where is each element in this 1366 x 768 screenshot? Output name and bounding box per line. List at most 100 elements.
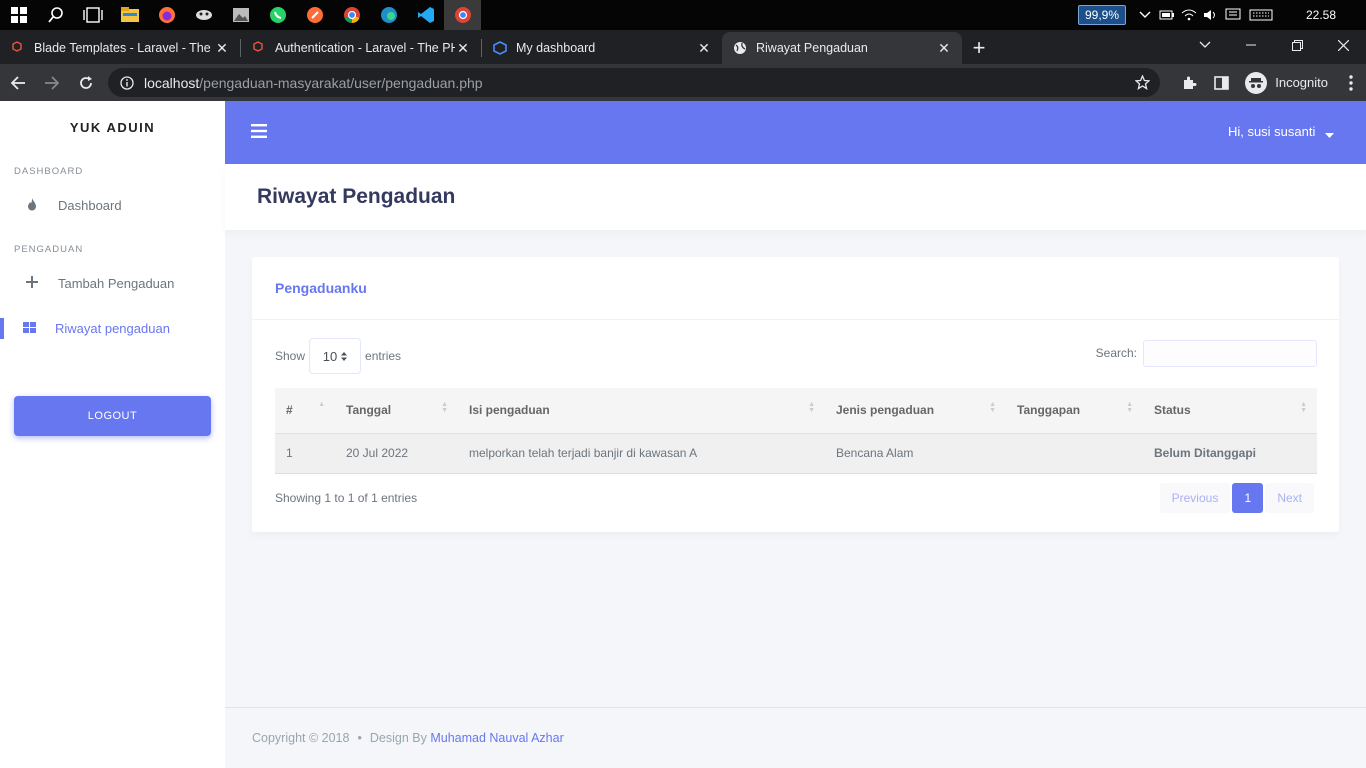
user-dropdown[interactable]: Hi, susi susanti [1228, 124, 1334, 140]
whatsapp-icon[interactable] [259, 0, 296, 30]
column-header-jenis[interactable]: Jenis pengaduan ▲ ▼ [825, 388, 1006, 434]
brand-logo-text[interactable]: YUK ADUIN [0, 101, 225, 154]
chevron-up-icon[interactable] [1134, 0, 1156, 30]
windows-start-icon[interactable] [0, 0, 37, 30]
firefox-icon[interactable] [148, 0, 185, 30]
clock[interactable]: 22.58 [1286, 8, 1356, 22]
reload-icon[interactable] [70, 67, 102, 99]
table-header-row: # ▲ Tanggal ▲ ▼ Isi pengaduan ▲ ▼ Jenis penga… [275, 388, 1317, 434]
design-by-text: Design By [369, 731, 427, 745]
wifi-icon[interactable] [1178, 0, 1200, 30]
new-tab-icon[interactable]: + [962, 32, 996, 64]
cell-tanggal: 20 Jul 2022 [335, 433, 458, 474]
entries-value: 10 [322, 348, 338, 364]
sidebar-item-tambah-pengaduan[interactable]: Tambah Pengaduan [0, 261, 225, 306]
close-icon[interactable]: ✕ [455, 40, 471, 56]
close-window-icon[interactable] [1320, 30, 1366, 60]
incognito-icon [1245, 71, 1268, 94]
column-label: Status [1154, 403, 1191, 418]
browser-tab[interactable]: Blade Templates - Laravel - The P ✕ [0, 32, 240, 64]
sidebar-section-header: PENGADUAN [14, 244, 84, 255]
card-title: Pengaduanku [252, 257, 1339, 320]
restore-icon[interactable] [1274, 30, 1320, 60]
notification-icon[interactable] [1222, 0, 1244, 30]
vscode-icon[interactable] [407, 0, 444, 30]
copyright-text: Copyright © 2018 [252, 731, 350, 745]
edge-icon[interactable] [370, 0, 407, 30]
hamburger-menu-icon[interactable] [251, 121, 267, 144]
user-greeting: Hi, susi susanti [1227, 124, 1316, 140]
page-1-button[interactable]: 1 [1232, 483, 1264, 513]
back-icon[interactable] [2, 67, 34, 99]
entries-select[interactable]: 10 [309, 338, 362, 374]
sidebar-item-riwayat-pengaduan[interactable]: Riwayat pengaduan [0, 306, 225, 351]
cell-isi: melporkan telah terjadi banjir di kawasa… [458, 433, 825, 474]
next-button[interactable]: Next [1265, 483, 1314, 513]
info-icon[interactable] [120, 75, 134, 90]
battery-badge[interactable]: 99,9% [1077, 5, 1126, 25]
address-bar[interactable]: localhost/pengaduan-masyarakat/user/peng… [108, 68, 1160, 97]
volume-icon[interactable] [1200, 0, 1222, 30]
photos-icon[interactable] [222, 0, 259, 30]
datatable-footer: Showing 1 to 1 of 1 entries Previous 1 N… [275, 483, 1317, 513]
column-header-no[interactable]: # ▲ [275, 388, 335, 434]
close-icon[interactable]: ✕ [696, 40, 712, 56]
close-icon[interactable]: ✕ [214, 40, 230, 56]
sort-icon: ▲ ▼ [1126, 401, 1133, 414]
laravel-icon [251, 40, 267, 56]
page-title: Riwayat Pengaduan [257, 185, 456, 208]
url-path: /pengaduan-masyarakat/user/pengaduan.php [199, 74, 483, 91]
incognito-indicator[interactable]: Incognito [1245, 71, 1328, 94]
cell-no: 1 [275, 433, 335, 474]
sort-icon: ▲ ▼ [441, 401, 448, 414]
browser-tab[interactable]: Authentication - Laravel - The PH ✕ [241, 32, 481, 64]
postman-icon[interactable] [296, 0, 333, 30]
pagination: Previous 1 Next [1158, 483, 1314, 513]
forward-icon[interactable] [36, 67, 68, 99]
sidebar-section-header: DASHBOARD [14, 166, 84, 177]
sidebar: YUK ADUIN DASHBOARD Dashboard PENGADUAN … [0, 101, 225, 768]
fire-icon [24, 197, 40, 214]
column-header-tanggal[interactable]: Tanggal ▲ ▼ [335, 388, 458, 434]
search-input[interactable] [1143, 339, 1317, 367]
column-label: Jenis pengaduan [836, 403, 935, 418]
column-header-isi[interactable]: Isi pengaduan ▲ ▼ [458, 388, 825, 434]
column-header-tanggapan[interactable]: Tanggapan ▲ ▼ [1006, 388, 1143, 434]
search-icon[interactable] [37, 0, 74, 30]
column-header-status[interactable]: Status ▲ ▼ [1143, 388, 1317, 434]
complaints-card: Pengaduanku Show 10 entries Search: # ▲ T… [252, 257, 1339, 532]
sidebar-item-label: Dashboard [58, 198, 122, 213]
author-link[interactable]: Muhamad Nauval Azhar [430, 731, 563, 745]
globe-icon [732, 40, 748, 56]
column-label: Tanggal [346, 403, 392, 418]
dashboard-icon [492, 40, 508, 56]
browser-tab[interactable]: My dashboard ✕ [482, 32, 722, 64]
close-icon[interactable]: ✕ [936, 40, 952, 56]
section-header: Riwayat Pengaduan [225, 164, 1366, 230]
datatable-controls: Show 10 entries Search: [275, 338, 1317, 374]
extensions-icon[interactable] [1173, 75, 1205, 91]
keyboard-icon[interactable] [1244, 0, 1278, 30]
xampp-icon[interactable] [185, 0, 222, 30]
chrome-icon[interactable] [333, 0, 370, 30]
minimize-icon[interactable] [1228, 30, 1274, 60]
chrome-incognito-icon[interactable] [444, 0, 481, 30]
sidebar-item-dashboard[interactable]: Dashboard [0, 183, 225, 228]
task-view-icon[interactable] [74, 0, 111, 30]
battery-icon[interactable] [1156, 0, 1178, 30]
menu-kebab-icon[interactable] [1336, 74, 1366, 91]
previous-button[interactable]: Previous [1159, 483, 1231, 513]
browser-toolbar: localhost/pengaduan-masyarakat/user/peng… [0, 64, 1366, 101]
table-info: Showing 1 to 1 of 1 entries [275, 491, 418, 505]
sort-icon: ▲ ▼ [989, 401, 996, 414]
logout-button[interactable]: LOGOUT [14, 396, 211, 436]
incognito-label: Incognito [1275, 75, 1328, 90]
sidebar-item-label: Riwayat pengaduan [55, 321, 170, 336]
bookmark-star-icon[interactable] [1135, 75, 1150, 90]
side-panel-icon[interactable] [1205, 75, 1237, 90]
url-host: localhost [144, 74, 200, 91]
tab-search-icon[interactable] [1182, 30, 1228, 60]
browser-tab-active[interactable]: Riwayat Pengaduan ✕ [722, 32, 962, 64]
page-footer: Copyright © 2018 • Design By Muhamad Nau… [225, 707, 1366, 768]
file-explorer-icon[interactable] [111, 0, 148, 30]
